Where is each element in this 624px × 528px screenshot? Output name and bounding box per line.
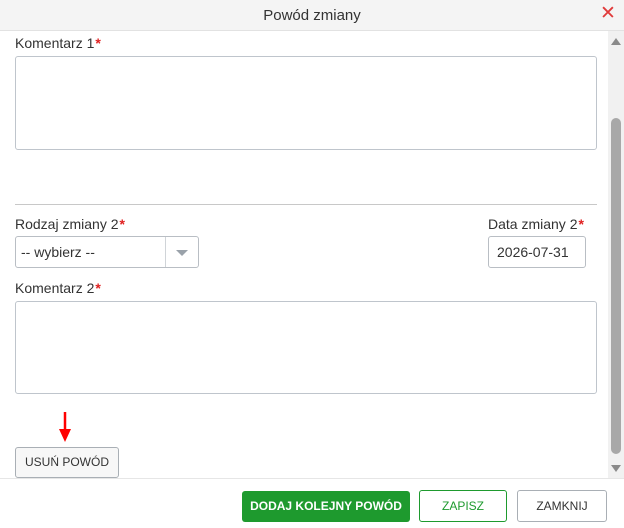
dialog-title: Powód zmiany (263, 7, 361, 24)
comment1-label-text: Komentarz 1 (15, 35, 95, 51)
dialog-footer: DODAJ KOLEJNY POWÓD ZAPISZ ZAMKNIJ (0, 478, 624, 528)
red-arrow-down-icon (59, 412, 71, 442)
dialog-body: Komentarz 1* Rodzaj zmiany 2* -- wybierz… (0, 31, 608, 478)
change-date2-input[interactable]: 2026-07-31 (488, 236, 586, 268)
scrollbar-thumb[interactable] (611, 118, 621, 454)
vertical-scrollbar[interactable] (608, 31, 624, 478)
section-divider (15, 204, 597, 205)
dropdown-toggle[interactable] (165, 237, 198, 267)
change-date2-label-text: Data zmiany 2 (488, 216, 578, 232)
save-button[interactable]: ZAPISZ (419, 490, 507, 522)
comment1-textarea[interactable] (15, 56, 597, 150)
comment2-label-text: Komentarz 2 (15, 280, 95, 296)
comment2-label: Komentarz 2* (15, 280, 101, 296)
change-type2-select[interactable]: -- wybierz -- (15, 236, 199, 268)
change-type2-label-text: Rodzaj zmiany 2 (15, 216, 119, 232)
close-button[interactable]: ZAMKNIJ (517, 490, 607, 522)
close-icon[interactable]: ✕ (600, 4, 616, 24)
change-type2-label: Rodzaj zmiany 2* (15, 216, 125, 232)
comment2-textarea[interactable] (15, 301, 597, 394)
required-marker: * (95, 35, 101, 51)
add-another-reason-button[interactable]: DODAJ KOLEJNY POWÓD (242, 491, 410, 522)
change-type2-selected-value: -- wybierz -- (21, 244, 95, 260)
required-marker: * (95, 280, 101, 296)
required-marker: * (119, 216, 125, 232)
change-date2-label: Data zmiany 2* (488, 216, 584, 232)
required-marker: * (578, 216, 584, 232)
scroll-down-icon[interactable] (611, 465, 621, 472)
comment1-label: Komentarz 1* (15, 35, 101, 51)
remove-reason-button[interactable]: USUŃ POWÓD (15, 447, 119, 478)
dialog-header: Powód zmiany ✕ (0, 0, 624, 31)
chevron-down-icon (176, 250, 188, 256)
scroll-up-icon[interactable] (611, 38, 621, 45)
